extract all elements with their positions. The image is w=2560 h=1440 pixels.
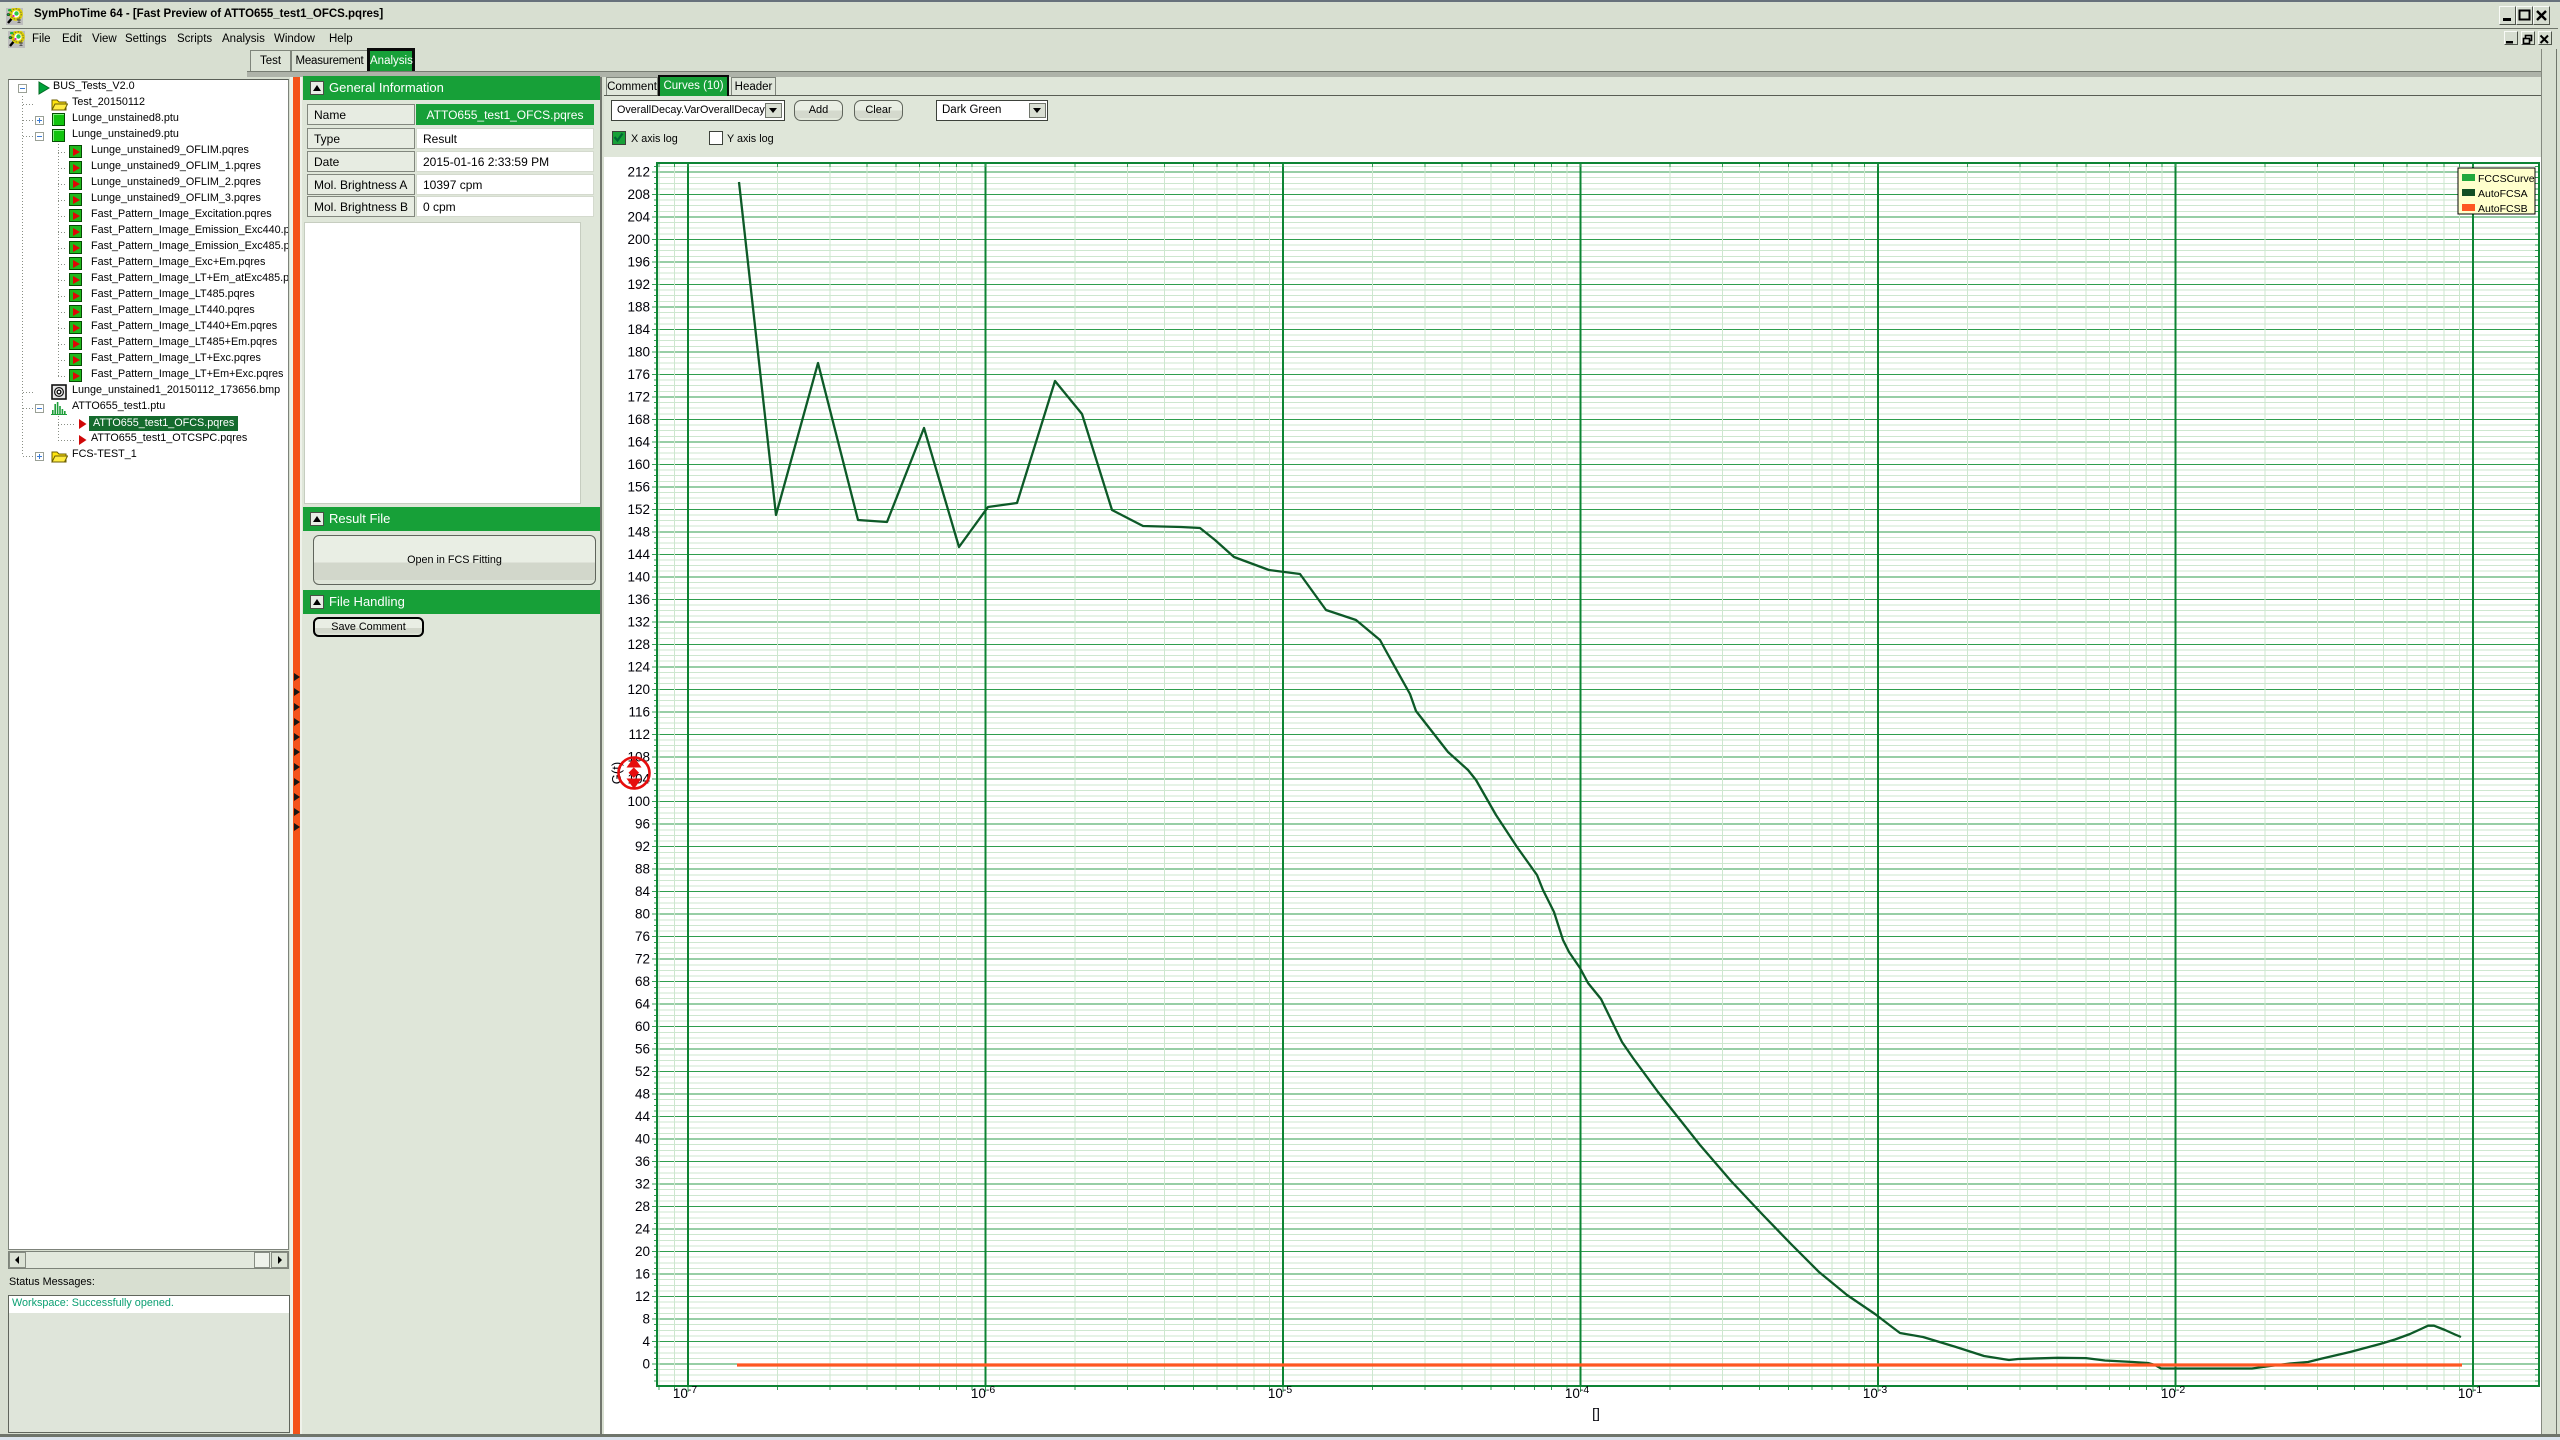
svg-text:56: 56 <box>635 1042 650 1057</box>
svg-text:4: 4 <box>642 1334 650 1349</box>
svg-text:48: 48 <box>635 1087 650 1102</box>
svg-text:152: 152 <box>627 502 650 517</box>
svg-text:188: 188 <box>627 300 650 315</box>
svg-text:192: 192 <box>627 277 650 292</box>
svg-text:180: 180 <box>627 344 650 359</box>
svg-text:60: 60 <box>635 1019 650 1034</box>
svg-text:144: 144 <box>627 547 650 562</box>
svg-text:148: 148 <box>627 524 650 539</box>
svg-text:88: 88 <box>635 862 650 877</box>
svg-text:120: 120 <box>627 682 650 697</box>
svg-text:80: 80 <box>635 907 650 922</box>
svg-text:84: 84 <box>635 884 651 899</box>
svg-text:92: 92 <box>635 839 650 854</box>
svg-text:72: 72 <box>635 952 650 967</box>
svg-text:44: 44 <box>635 1109 651 1124</box>
svg-text:156: 156 <box>627 479 650 494</box>
svg-text:8: 8 <box>642 1312 650 1327</box>
svg-text:64: 64 <box>635 997 651 1012</box>
svg-text:132: 132 <box>627 614 650 629</box>
svg-text:40: 40 <box>635 1132 650 1147</box>
svg-text:100: 100 <box>627 794 650 809</box>
svg-text:136: 136 <box>627 592 650 607</box>
svg-text:168: 168 <box>627 412 650 427</box>
svg-text:196: 196 <box>627 255 650 270</box>
svg-text:128: 128 <box>627 637 650 652</box>
svg-text:172: 172 <box>627 389 650 404</box>
svg-text:140: 140 <box>627 569 650 584</box>
svg-text:0: 0 <box>642 1357 650 1372</box>
svg-text:16: 16 <box>635 1267 650 1282</box>
svg-text:204: 204 <box>627 210 650 225</box>
svg-text:124: 124 <box>627 659 650 674</box>
svg-text:32: 32 <box>635 1177 650 1192</box>
svg-text:112: 112 <box>628 727 650 742</box>
svg-text:20: 20 <box>635 1244 650 1259</box>
svg-text:200: 200 <box>627 232 650 247</box>
svg-text:68: 68 <box>635 974 650 989</box>
svg-text:52: 52 <box>635 1064 650 1079</box>
svg-text:12: 12 <box>635 1289 650 1304</box>
svg-text:24: 24 <box>635 1222 651 1237</box>
svg-text:28: 28 <box>635 1199 650 1214</box>
svg-text:116: 116 <box>628 704 650 719</box>
svg-text:AutoFCSB: AutoFCSB <box>2478 203 2528 215</box>
svg-text:208: 208 <box>627 187 650 202</box>
svg-text:164: 164 <box>627 434 650 449</box>
svg-text:[]: [] <box>1592 1405 1600 1421</box>
svg-text:212: 212 <box>627 165 650 180</box>
svg-text:FCCSCurve: FCCSCurve <box>2478 173 2535 185</box>
svg-text:AutoFCSA: AutoFCSA <box>2478 188 2528 200</box>
svg-text:36: 36 <box>635 1154 650 1169</box>
svg-text:76: 76 <box>635 929 650 944</box>
svg-text:184: 184 <box>627 322 650 337</box>
svg-text:96: 96 <box>635 817 650 832</box>
svg-text:160: 160 <box>627 457 650 472</box>
svg-text:176: 176 <box>627 367 650 382</box>
